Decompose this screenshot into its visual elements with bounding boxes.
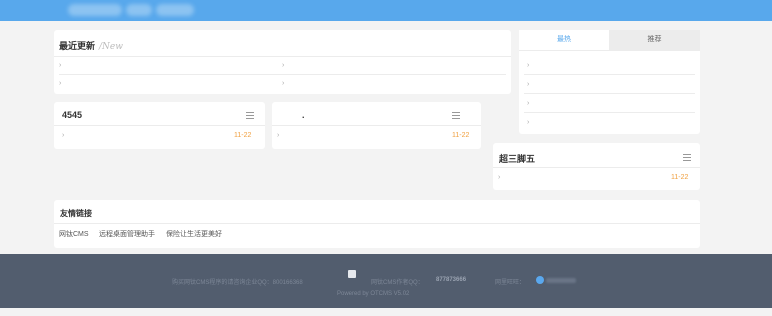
category-box: 超三脚五 › 11-22 [493,143,700,190]
latest-updates-title: 最近更新/New [59,39,123,52]
box-title[interactable]: . [302,110,305,120]
bullet-icon: › [282,62,285,69]
item-date: 11-22 [452,132,470,139]
divider [54,125,265,126]
bullet-icon: › [59,80,62,87]
divider [524,93,695,94]
divider [524,112,695,113]
footer-wangwang-label: 网里旺旺： [495,280,526,286]
friend-link[interactable]: 网钛CMS [59,229,89,239]
qq-icon[interactable] [348,270,356,278]
bullet-icon: › [527,119,530,126]
wangwang-icon[interactable] [536,276,544,284]
nav-item[interactable] [126,4,152,16]
box-title[interactable]: 4545 [62,110,82,120]
divider [524,74,695,75]
list-icon[interactable] [246,112,254,119]
latest-title-text: 最近更新 [59,41,96,51]
bullet-icon: › [277,132,280,139]
friend-links-panel: 友情链接 网钛CMS 远程桌面管理助手 保险让生活更美好 [54,200,700,248]
bullet-icon: › [282,80,285,87]
footer-contact-text: 购买网钛CMS程序的请咨询企业QQ：800166368 [172,280,303,286]
category-box: 4545 › 11-22 [54,102,265,149]
nav-item[interactable] [156,4,194,16]
category-box: . › 11-22 [272,102,481,149]
divider [54,223,700,224]
latest-subtitle-text: /New [99,42,123,52]
footer-powered-by[interactable]: Powered by OTCMS V5.02 [337,291,409,297]
bullet-icon: › [498,174,501,181]
box-title[interactable]: 超三脚五 [499,152,535,165]
top-nav-bar [0,0,772,21]
list-icon[interactable] [683,154,691,161]
tab-hot[interactable]: 最热 [519,30,609,50]
footer: 购买网钛CMS程序的请咨询企业QQ：800166368 网钛CMS作者QQ： 8… [0,254,772,308]
divider [493,167,700,168]
friend-link[interactable]: 保险让生活更美好 [166,229,222,239]
nav-item[interactable] [68,4,122,16]
divider [272,125,481,126]
list-icon[interactable] [452,112,460,119]
item-date: 11-22 [671,174,689,181]
friend-links-title: 友情链接 [60,209,92,218]
divider [519,50,700,51]
footer-author-label: 网钛CMS作者QQ： [371,280,424,286]
latest-updates-panel: 最近更新/New › › › › [54,30,511,94]
tab-recommend[interactable]: 推荐 [609,30,700,50]
bullet-icon: › [527,62,530,69]
bullet-icon: › [527,100,530,107]
footer-author-qq[interactable]: 877873666 [436,277,466,283]
divider [54,56,511,57]
friend-link[interactable]: 远程桌面管理助手 [99,229,155,239]
bullet-icon: › [59,62,62,69]
bullet-icon: › [527,81,530,88]
bullet-icon: › [62,132,65,139]
item-date: 11-22 [234,132,252,139]
divider [59,74,506,75]
wangwang-link[interactable] [546,278,576,283]
